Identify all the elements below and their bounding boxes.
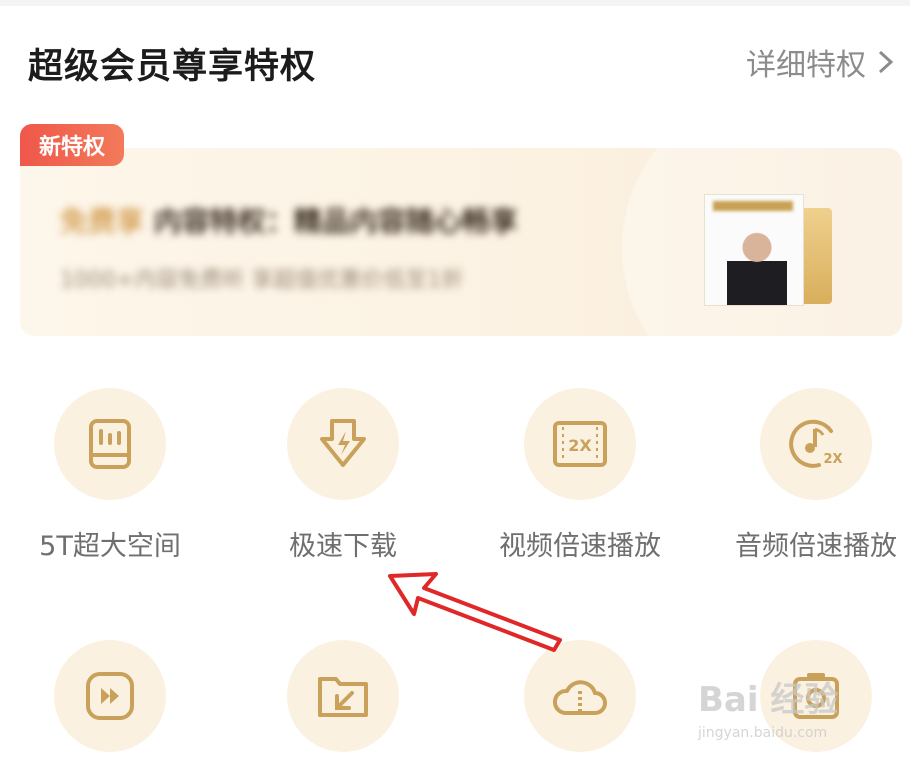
baidu-jingyan-watermark: Bai 经验 jingyan.baidu.com	[698, 672, 898, 762]
watermark-logo: Bai 经验	[698, 680, 839, 720]
annotation-arrow	[388, 572, 562, 652]
watermark-url: jingyan.baidu.com	[698, 725, 828, 741]
